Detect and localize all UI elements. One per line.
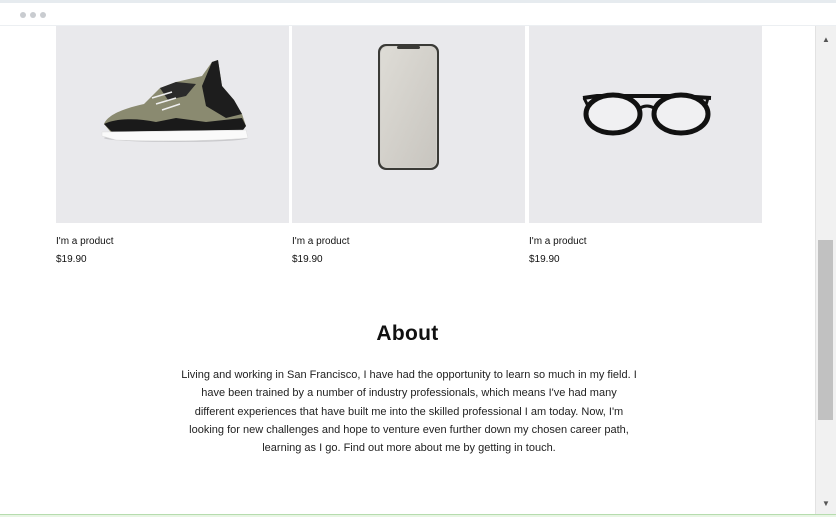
eyeglasses-icon — [582, 92, 712, 136]
sneaker-icon — [101, 60, 249, 142]
scroll-down-arrow-icon[interactable]: ▼ — [816, 496, 836, 510]
smartphone-icon — [378, 44, 439, 170]
scrollbar-thumb[interactable] — [818, 240, 833, 420]
product-name[interactable]: I'm a product — [529, 236, 587, 247]
window-controls — [20, 12, 46, 18]
product-image-smartphone[interactable] — [292, 26, 525, 223]
product-price: $19.90 — [529, 254, 560, 265]
product-name[interactable]: I'm a product — [292, 236, 350, 247]
product-image-sneaker[interactable] — [56, 26, 289, 223]
page-content: I'm a product $19.90 I'm a product $19.9… — [0, 26, 815, 514]
product-name[interactable]: I'm a product — [56, 236, 114, 247]
product-card[interactable]: I'm a product $19.90 — [529, 26, 762, 265]
product-image-eyeglasses[interactable] — [529, 26, 762, 223]
window-dot-icon[interactable] — [30, 12, 36, 18]
about-heading: About — [376, 322, 439, 345]
browser-top-bar — [0, 0, 836, 26]
product-card[interactable]: I'm a product $19.90 — [56, 26, 289, 265]
product-price: $19.90 — [292, 254, 323, 265]
product-card[interactable]: I'm a product $19.90 — [292, 26, 525, 265]
vertical-scrollbar[interactable]: ▲ ▼ — [815, 26, 836, 514]
window-dot-icon[interactable] — [20, 12, 26, 18]
about-paragraph: Living and working in San Francisco, I h… — [181, 369, 637, 455]
product-price: $19.90 — [56, 254, 87, 265]
window-dot-icon[interactable] — [40, 12, 46, 18]
scroll-up-arrow-icon[interactable]: ▲ — [816, 32, 836, 46]
